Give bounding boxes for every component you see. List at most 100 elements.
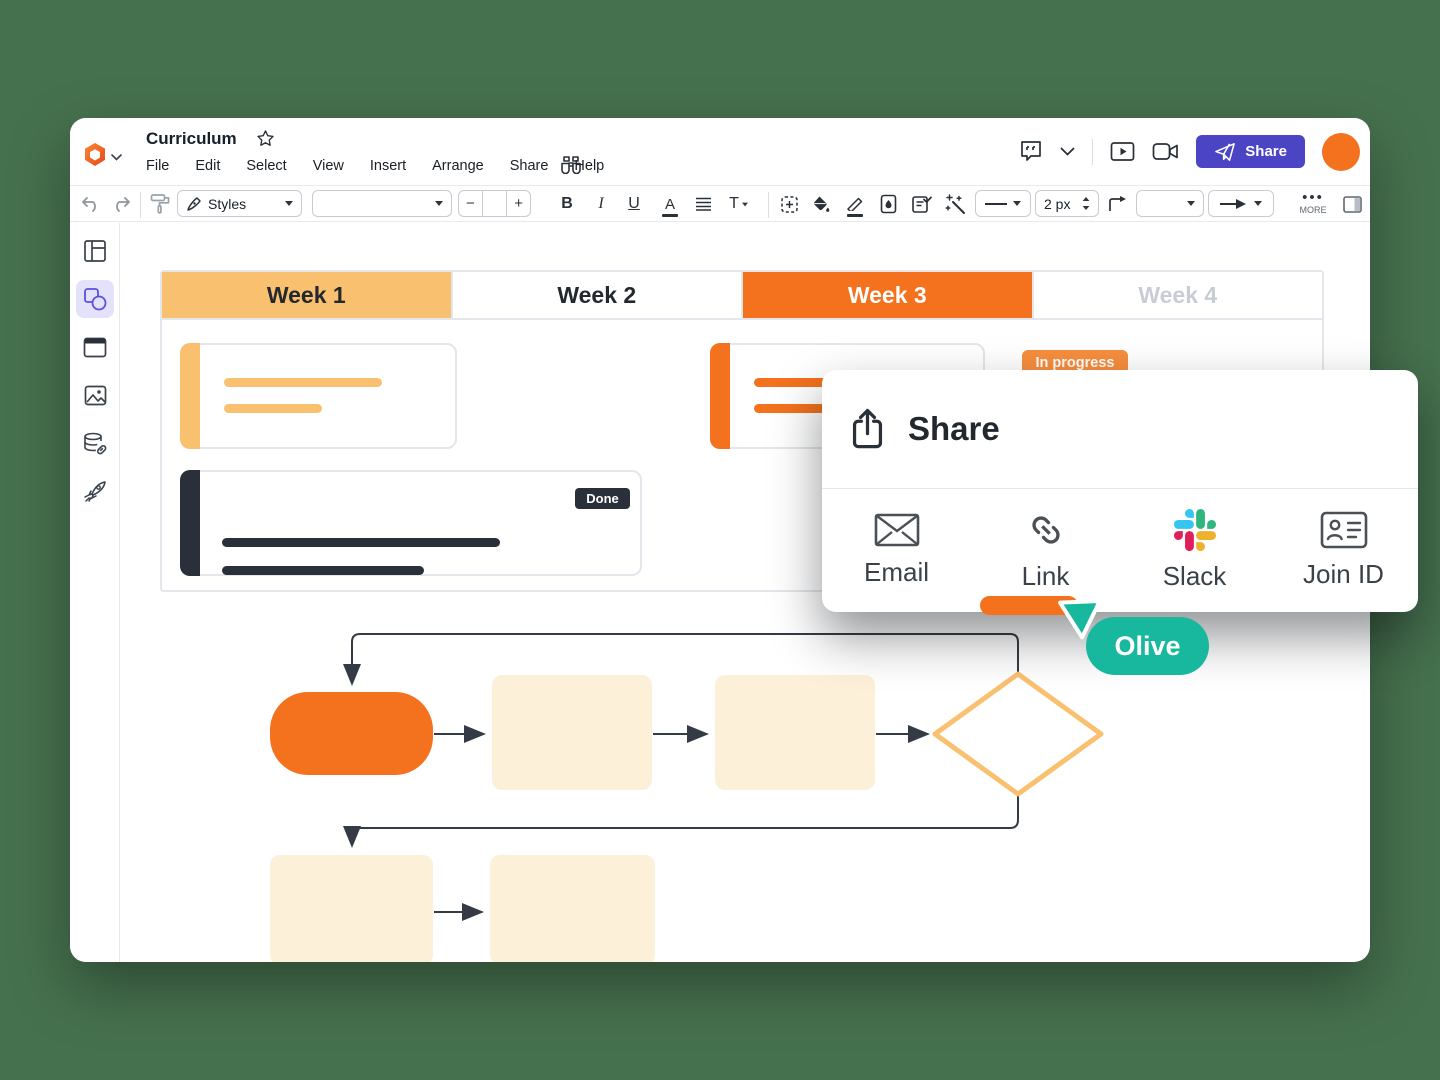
favorite-star-icon[interactable] [256, 129, 275, 148]
share-option-email[interactable]: Email [822, 489, 971, 612]
styles-label: Styles [208, 196, 279, 212]
video-camera-icon[interactable] [1152, 142, 1179, 161]
align-button[interactable] [690, 186, 716, 222]
rail-item-layout[interactable] [76, 232, 114, 270]
caret-down-icon [435, 201, 443, 206]
present-icon[interactable] [1110, 141, 1135, 162]
notes-doc-icon [911, 194, 932, 214]
skeleton-line [222, 538, 500, 547]
menu-view[interactable]: View [313, 158, 344, 174]
decrease-font-button[interactable]: − [459, 191, 483, 216]
rail-item-image[interactable] [76, 376, 114, 414]
lucid-logo-icon[interactable] [83, 142, 107, 167]
connector-style-dropdown[interactable] [1136, 190, 1204, 217]
shadow-page-icon [880, 194, 897, 214]
menu-arrange[interactable]: Arrange [432, 158, 484, 174]
user-avatar[interactable] [1322, 133, 1360, 171]
find-binoculars-icon[interactable] [560, 154, 582, 174]
fill-color-button[interactable] [806, 186, 836, 222]
done-badge: Done [575, 488, 630, 509]
titlebar: Curriculum File Edit Select View Insert … [70, 118, 1370, 185]
line-color-button[interactable] [840, 186, 870, 222]
styles-dropdown[interactable]: Styles [177, 190, 302, 217]
divider [1092, 139, 1093, 165]
pencil-icon [846, 197, 864, 211]
chevron-down-icon[interactable] [1060, 147, 1075, 156]
card-edge [180, 470, 200, 576]
more-button[interactable]: ••• MORE [1292, 186, 1334, 222]
rail-item-data[interactable] [76, 424, 114, 462]
share-option-join-id[interactable]: Join ID [1269, 489, 1418, 612]
menubar: File Edit Select View Insert Arrange Sha… [146, 158, 604, 174]
shadow-button[interactable] [874, 186, 902, 222]
share-modal-title: Share [908, 410, 1000, 448]
email-icon [874, 513, 920, 547]
link-icon [1025, 509, 1067, 551]
redo-button[interactable] [108, 186, 134, 222]
notes-button[interactable] [906, 186, 936, 222]
line-width-value: 2 px [1044, 196, 1070, 212]
menu-insert[interactable]: Insert [370, 158, 406, 174]
italic-button[interactable]: I [588, 186, 614, 222]
caret-down-icon [742, 202, 748, 206]
connector-loop-bottom[interactable] [352, 794, 1018, 844]
line-color-swatch [847, 214, 863, 217]
menu-file[interactable]: File [146, 158, 169, 174]
line-width-stepper[interactable]: 2 px [1035, 190, 1099, 217]
fill-bucket-icon [811, 195, 831, 214]
arrow-style-dropdown[interactable] [1208, 190, 1274, 217]
format-painter-button[interactable] [146, 186, 174, 222]
week4-header[interactable]: Week 4 [1034, 272, 1323, 318]
font-dropdown[interactable] [312, 190, 452, 217]
week1-header[interactable]: Week 1 [162, 272, 453, 318]
flow-process-shape-2[interactable] [715, 675, 875, 790]
flow-process-shape-4[interactable] [490, 855, 655, 962]
image-icon [84, 385, 107, 406]
text-color-button[interactable]: A [657, 186, 683, 222]
menu-share[interactable]: Share [510, 158, 549, 174]
menu-select[interactable]: Select [246, 158, 286, 174]
undo-button[interactable] [78, 186, 104, 222]
share-option-label: Join ID [1303, 559, 1384, 590]
increase-font-button[interactable]: + [506, 191, 530, 216]
panel-toggle-icon [1343, 196, 1362, 213]
rail-item-shapes[interactable] [76, 280, 114, 318]
task-card-done[interactable]: Done [180, 470, 642, 576]
font-size-value[interactable] [483, 191, 507, 216]
flow-process-shape-1[interactable] [492, 675, 652, 790]
task-card-week1[interactable] [180, 343, 457, 449]
flow-start-shape[interactable] [270, 692, 433, 775]
caret-down-icon [1013, 201, 1021, 206]
share-button[interactable]: Share [1196, 135, 1305, 168]
magic-wand-icon [945, 194, 966, 215]
text-options-button[interactable]: T [724, 186, 754, 222]
line-style-dropdown[interactable] [975, 190, 1031, 217]
collaborator-name-pill: Olive [1086, 617, 1209, 675]
rail-item-frame[interactable] [76, 328, 114, 366]
skeleton-line [224, 404, 322, 413]
position-button[interactable] [774, 186, 804, 222]
line-style-icon [985, 202, 1007, 206]
position-crosshair-icon [780, 195, 799, 214]
flow-decision-diamond[interactable] [935, 674, 1101, 794]
menu-edit[interactable]: Edit [195, 158, 220, 174]
logo-chevron-icon[interactable] [111, 154, 122, 161]
card-edge [180, 343, 200, 449]
week2-header[interactable]: Week 2 [453, 272, 744, 318]
comments-icon[interactable] [1019, 140, 1043, 163]
panel-toggle-button[interactable] [1338, 186, 1366, 222]
week3-header[interactable]: Week 3 [743, 272, 1034, 318]
connector-type-button[interactable] [1105, 186, 1131, 222]
bold-button[interactable]: B [554, 186, 580, 222]
font-size-stepper[interactable]: − + [458, 190, 531, 217]
magic-button[interactable] [940, 186, 970, 222]
underline-button[interactable]: U [621, 186, 647, 222]
shapes-icon [83, 287, 108, 312]
document-title[interactable]: Curriculum [146, 129, 237, 149]
flow-process-shape-3[interactable] [270, 855, 433, 962]
share-option-slack[interactable]: Slack [1120, 489, 1269, 612]
data-link-icon [83, 432, 108, 455]
id-card-icon [1320, 511, 1368, 549]
connector-loop-top[interactable] [352, 634, 1018, 682]
rail-item-more-shapes[interactable] [76, 472, 114, 510]
